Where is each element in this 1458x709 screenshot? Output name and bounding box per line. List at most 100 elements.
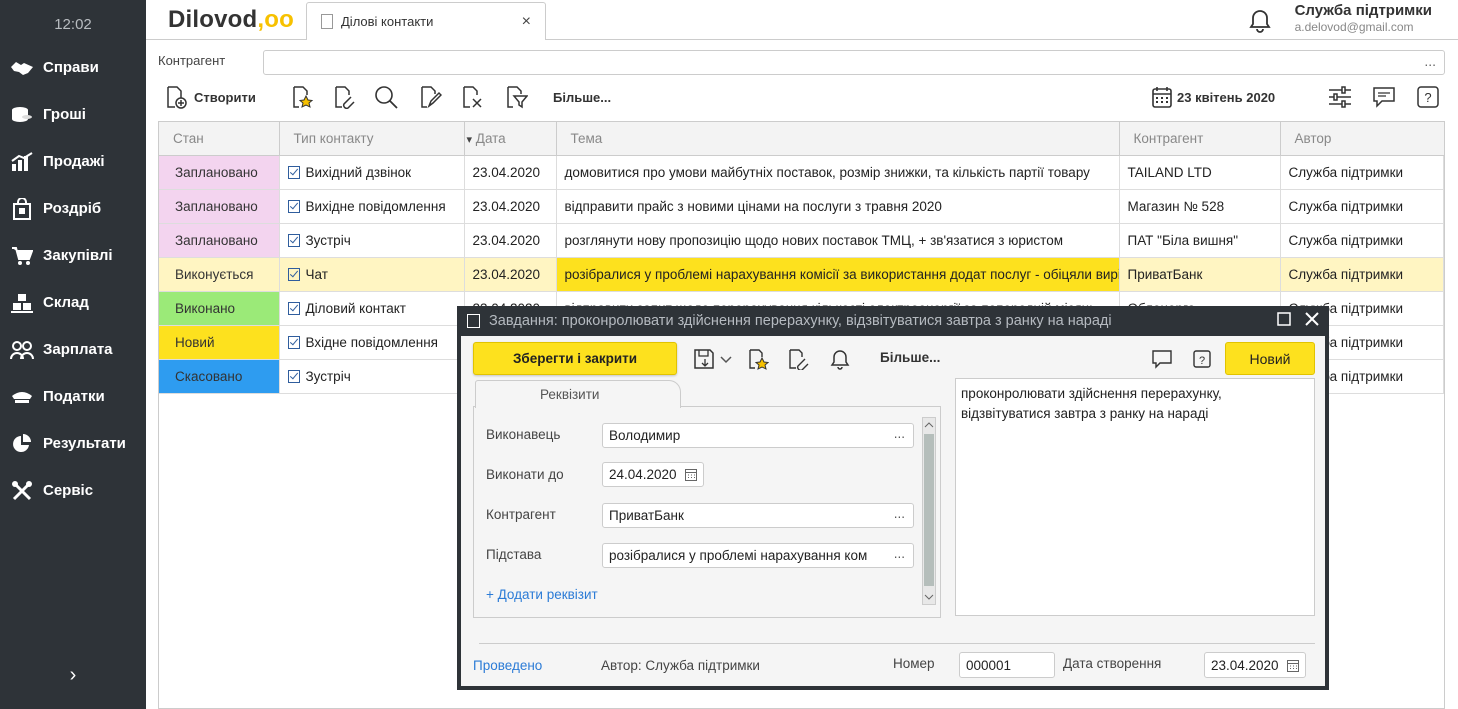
basis-select-button[interactable]: ... <box>893 546 905 561</box>
calendar-icon[interactable] <box>685 468 697 481</box>
edit-icon[interactable] <box>418 85 442 109</box>
author-cell: Служба підтримки <box>1280 189 1444 224</box>
posted-link[interactable]: Проведено <box>473 658 542 673</box>
table-row[interactable]: Заплановано Вихідне повідомлення 23.04.202… <box>159 189 1444 224</box>
sidebar-item-sales[interactable]: Продажі <box>0 138 146 185</box>
tab-requisites[interactable]: Реквізити <box>475 380 681 408</box>
help-icon[interactable]: ? <box>1416 85 1440 109</box>
favorite-icon[interactable] <box>290 85 314 109</box>
footer-divider <box>479 643 1315 644</box>
sidebar-item-label: Податки <box>43 388 105 405</box>
author-cell: Служба підтримки <box>1280 223 1444 258</box>
created-date-label: Дата створення <box>1063 656 1162 671</box>
checkbox-icon[interactable] <box>287 199 300 213</box>
officer-hat-icon <box>9 386 35 408</box>
save-and-close-button[interactable]: Зберегти і закрити <box>473 342 677 375</box>
checkbox-icon[interactable] <box>287 301 300 315</box>
checkbox-icon[interactable] <box>287 233 300 247</box>
type-cell: Зустріч <box>279 223 465 258</box>
checkbox-icon[interactable] <box>287 335 300 349</box>
attachment-icon[interactable] <box>787 348 809 370</box>
table-row[interactable]: Виконується Чат 23.04.2020 розібралися у пр… <box>159 257 1444 292</box>
executor-select-button[interactable]: ... <box>894 426 905 441</box>
sidebar-item-taxes[interactable]: Податки <box>0 373 146 420</box>
user-info[interactable]: Служба підтримки a.delovod@gmail.com <box>1295 2 1432 34</box>
maximize-icon[interactable] <box>1277 312 1291 326</box>
delete-mark-icon[interactable] <box>460 85 484 109</box>
created-date-field[interactable]: 23.04.2020 <box>1204 652 1306 678</box>
more-button[interactable]: Більше... <box>553 82 611 112</box>
checkbox-icon[interactable] <box>287 267 300 281</box>
counterparty-select-button[interactable]: ... <box>894 506 905 521</box>
sidebar-item-results[interactable]: Результати <box>0 420 146 467</box>
attachment-icon[interactable] <box>332 85 356 109</box>
number-label: Номер <box>893 656 935 671</box>
filter-select-button[interactable]: ... <box>1424 53 1436 69</box>
add-requisite-link[interactable]: + Додати реквізит <box>486 587 598 602</box>
sidebar-item-purchases[interactable]: Закупівлі <box>0 232 146 279</box>
settings-sliders-icon[interactable] <box>1328 85 1352 109</box>
column-header-date-label: Дата <box>475 130 506 146</box>
modal-title-bar: Завдання: проконролювати здійснення пере… <box>457 306 1329 336</box>
column-header-author[interactable]: Автор <box>1280 122 1444 156</box>
column-header-status[interactable]: Стан <box>159 122 280 156</box>
basis-field[interactable]: розібралися у проблемі нарахування ком .… <box>602 543 914 568</box>
table-header-row: Стан Тип контакту ▾ Дата Тема Контрагент… <box>159 122 1444 156</box>
modal-more-button[interactable]: Більше... <box>880 350 940 365</box>
executor-label: Виконавець <box>486 427 561 442</box>
executor-field[interactable]: Володимир ... <box>602 423 914 448</box>
chevron-up-icon[interactable] <box>924 420 934 430</box>
favorite-icon[interactable] <box>747 348 769 370</box>
logo[interactable]: Dilovod,oo <box>168 6 294 34</box>
column-header-topic[interactable]: Тема <box>556 122 1120 156</box>
sidebar-item-retail[interactable]: Роздріб <box>0 185 146 232</box>
create-button[interactable]: Створити <box>164 82 256 112</box>
table-row[interactable]: Заплановано Вихідний дзвінок 23.04.2020 дом… <box>159 155 1444 190</box>
status-cell: Виконано <box>159 291 280 326</box>
status-new-button[interactable]: Новий <box>1225 342 1315 375</box>
sidebar-item-service[interactable]: Сервіс <box>0 467 146 514</box>
close-icon[interactable]: × <box>522 13 531 31</box>
counterparty-field[interactable]: ПриватБанк ... <box>602 503 914 528</box>
sidebar-item-salary[interactable]: Зарплата <box>0 326 146 373</box>
counterparty-filter-input[interactable]: ... <box>263 50 1445 75</box>
close-icon[interactable] <box>1305 312 1319 326</box>
sidebar-item-warehouse[interactable]: Склад <box>0 279 146 326</box>
requisites-scrollbar[interactable] <box>922 417 936 605</box>
calendar-icon[interactable] <box>1287 659 1299 672</box>
column-header-counterparty[interactable]: Контрагент <box>1119 122 1281 156</box>
sidebar-item-affairs[interactable]: Справи <box>0 44 146 91</box>
checkbox-icon[interactable] <box>287 369 300 383</box>
type-label: Вихідний дзвінок <box>305 164 412 180</box>
tab-business-contacts[interactable]: Ділові контакти × <box>306 2 546 40</box>
column-header-type[interactable]: Тип контакту <box>279 122 465 156</box>
author-text: Автор: Служба підтримки <box>601 658 760 673</box>
scrollbar-thumb[interactable] <box>924 434 934 586</box>
search-icon[interactable] <box>374 85 398 109</box>
boxes-icon <box>9 292 35 314</box>
filter-icon[interactable] <box>504 85 528 109</box>
created-date-value: 23.04.2020 <box>1211 658 1279 673</box>
table-row[interactable]: Заплановано Зустріч 23.04.2020 розглянути н… <box>159 223 1444 258</box>
chevron-down-icon[interactable] <box>719 348 733 370</box>
type-label: Чат <box>305 266 328 282</box>
chevron-down-icon[interactable] <box>924 592 934 602</box>
sidebar-item-label: Сервіс <box>43 482 94 499</box>
number-field[interactable]: 000001 <box>959 652 1055 678</box>
comment-icon[interactable] <box>1372 85 1396 109</box>
sidebar-expand-button[interactable]: › <box>0 664 146 687</box>
sidebar-item-money[interactable]: Гроші <box>0 91 146 138</box>
bell-icon[interactable] <box>829 348 851 370</box>
period-button[interactable]: 23 квітень 2020 <box>1152 82 1275 112</box>
save-icon[interactable] <box>693 348 715 370</box>
help-icon[interactable]: ? <box>1191 348 1213 370</box>
comment-icon[interactable] <box>1151 348 1173 370</box>
due-date-field[interactable]: 24.04.2020 <box>602 462 704 487</box>
toolbar: Створити Більше... 23 квітень 2020 ? <box>164 82 1444 114</box>
bell-icon[interactable] <box>1248 8 1272 37</box>
description-textarea[interactable]: проконролювати здійснення перерахунку, в… <box>955 378 1315 616</box>
checkbox-icon[interactable] <box>287 165 300 179</box>
column-header-date[interactable]: ▾ Дата <box>464 122 557 156</box>
counterparty-cell: ПриватБанк <box>1119 257 1281 292</box>
cart-icon <box>9 245 35 267</box>
